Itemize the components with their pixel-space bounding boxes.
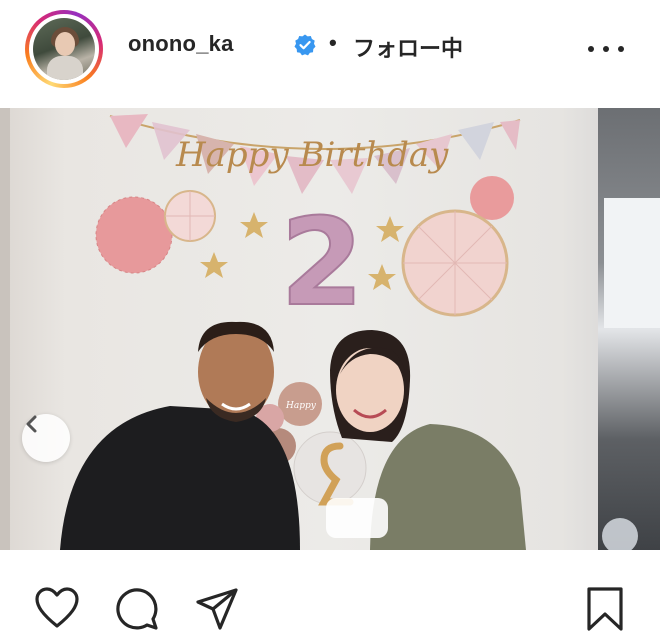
separator-dot: • [329, 30, 337, 55]
username-link[interactable]: onono_ka [128, 31, 234, 57]
bookmark-icon[interactable] [582, 586, 628, 632]
honeycomb-ball-right [470, 176, 514, 220]
small-balloon-text: Happy [285, 401, 317, 411]
honeycomb-ball-left [96, 197, 172, 273]
carousel-prev-button[interactable] [22, 414, 70, 462]
more-dot [618, 46, 624, 52]
banner-text: Happy Birthday [175, 135, 449, 175]
avatar[interactable] [33, 18, 95, 80]
number-balloon: 2 [280, 194, 364, 333]
verified-badge-icon [294, 34, 316, 56]
avatar-body [47, 56, 83, 80]
more-dot [588, 46, 594, 52]
post-photo[interactable]: Happy Birthday 2 Happy [0, 108, 660, 550]
following-button[interactable]: フォロー中 [353, 31, 463, 63]
chevron-left-icon [26, 415, 37, 433]
person-man [60, 321, 300, 550]
story-ring[interactable] [25, 10, 103, 88]
comment-icon[interactable] [114, 586, 160, 632]
heart-icon[interactable] [34, 586, 80, 632]
post-actions [0, 580, 660, 640]
avatar-face [55, 32, 75, 56]
avatar-border [29, 14, 99, 84]
person-woman [326, 330, 526, 550]
more-options-icon[interactable] [588, 44, 624, 54]
paper-plane-icon[interactable] [194, 586, 240, 632]
photo-scene: Happy Birthday 2 Happy [0, 108, 638, 550]
more-dot [603, 46, 609, 52]
post-header: onono_ka • フォロー中 [0, 0, 660, 106]
left-wall [0, 108, 10, 550]
